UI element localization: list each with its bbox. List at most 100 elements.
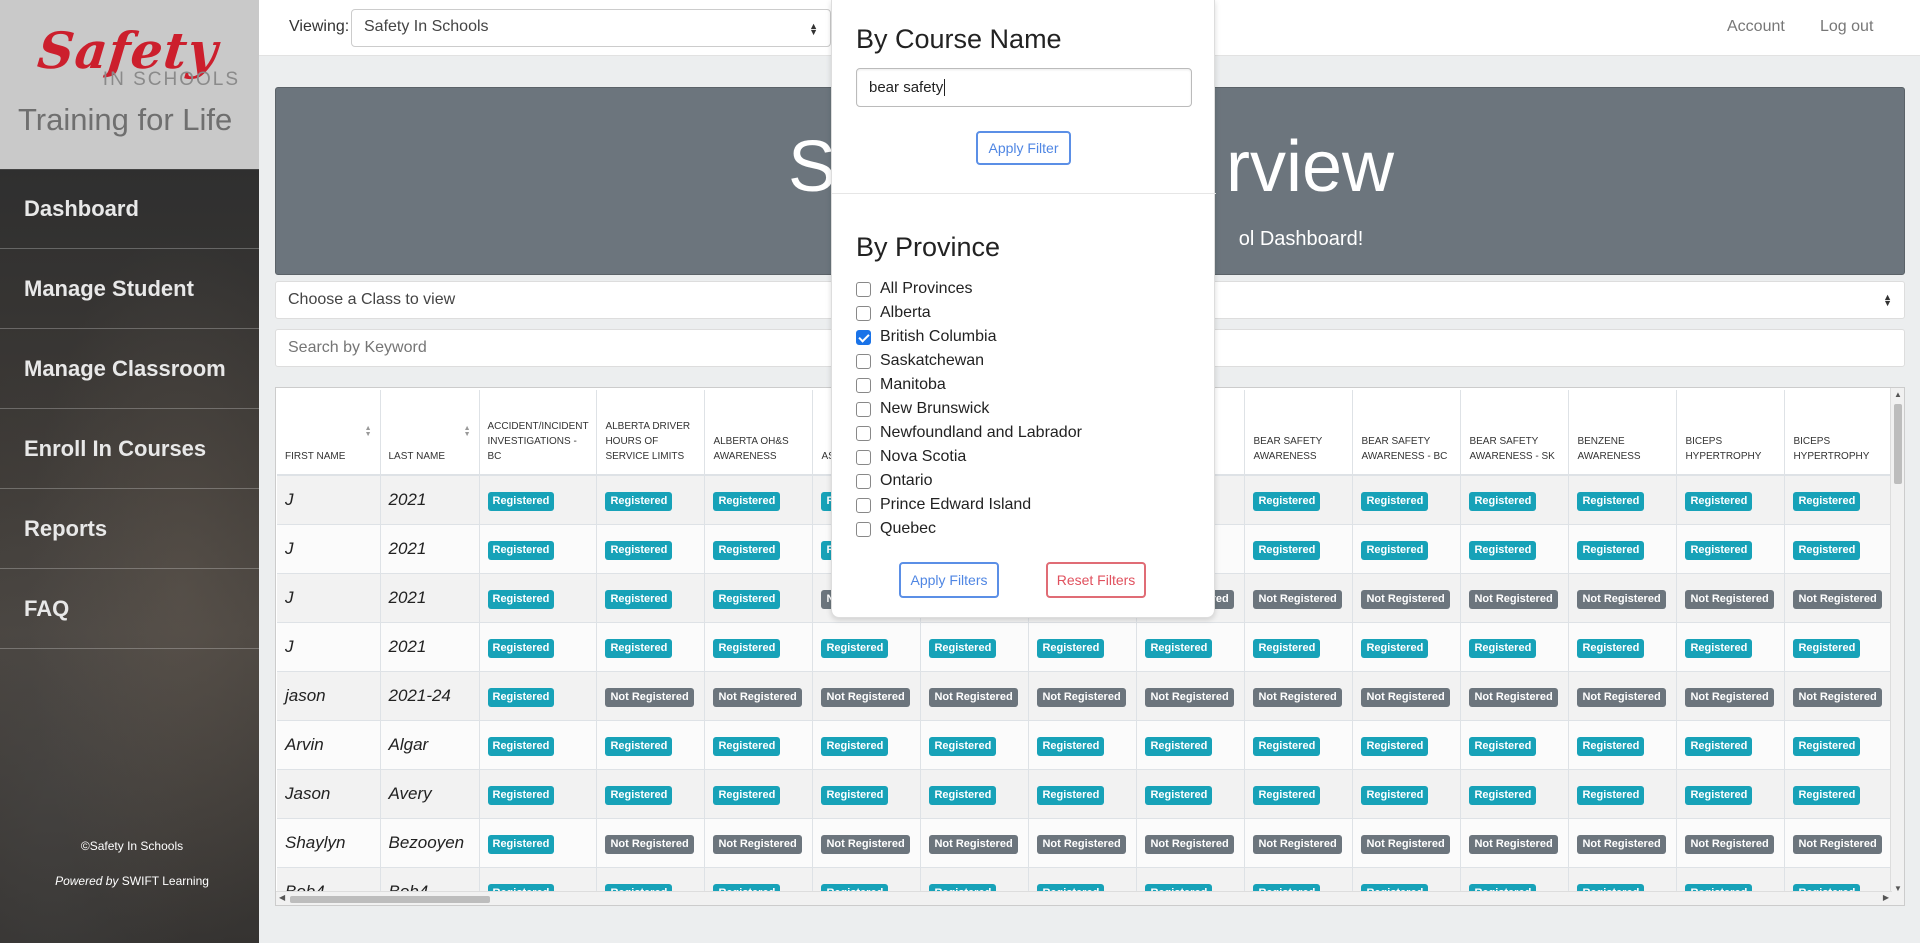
status-cell: Registered (1676, 720, 1786, 770)
sidebar-item-manage-classroom[interactable]: Manage Classroom (0, 329, 259, 409)
province-checkbox[interactable] (856, 281, 871, 297)
status-badge: Registered (1037, 638, 1105, 658)
status-cell: Registered (1136, 720, 1246, 770)
province-checkbox[interactable] (856, 353, 871, 369)
sidebar-item-manage-student[interactable]: Manage Student (0, 249, 259, 329)
course-name-value: bear safety (869, 79, 944, 96)
status-badge: Registered (1469, 736, 1537, 756)
horizontal-scroll-thumb[interactable] (290, 896, 490, 903)
first-name-cell: Shaylyn (277, 818, 381, 868)
status-cell: Not Registered (920, 818, 1030, 868)
status-badge: Registered (713, 638, 781, 658)
course-name-input[interactable]: bear safety (856, 68, 1192, 107)
province-option[interactable]: Ontario (856, 469, 1082, 493)
status-cell: Registered (1244, 475, 1354, 525)
logo[interactable]: Safety IN SCHOOLS Training for Life (0, 0, 259, 169)
logout-link[interactable]: Log out (1820, 18, 1873, 36)
status-cell: Registered (1460, 720, 1570, 770)
status-cell: Not Registered (1784, 818, 1894, 868)
sidebar-item-faq[interactable]: FAQ (0, 569, 259, 649)
viewing-select[interactable]: Safety In Schools ▲ ▼ (351, 9, 831, 47)
sort-icon[interactable]: ▲ ▼ (464, 425, 471, 438)
status-cell: Registered (704, 769, 814, 819)
apply-filter-button[interactable]: Apply Filter (976, 131, 1071, 165)
status-cell: Registered (596, 475, 706, 525)
status-cell: Registered (596, 769, 706, 819)
province-checkbox[interactable] (856, 401, 871, 417)
status-cell: Registered (1784, 622, 1894, 672)
province-filter-heading: By Province (856, 232, 1001, 262)
viewing-select-value: Safety In Schools (364, 18, 489, 35)
province-option[interactable]: Saskatchewan (856, 349, 1082, 373)
status-badge: Registered (1793, 785, 1861, 805)
status-badge: Registered (487, 687, 555, 707)
province-option[interactable]: Manitoba (856, 373, 1082, 397)
vertical-scroll-thumb[interactable] (1894, 404, 1902, 484)
province-option[interactable]: British Columbia (856, 325, 1082, 349)
province-option[interactable]: Newfoundland and Labrador (856, 421, 1082, 445)
powered-prefix: Powered by (55, 874, 119, 888)
column-header-label: FIRST NAME (285, 451, 346, 462)
scroll-left-icon[interactable]: ◀ (279, 893, 285, 902)
province-option[interactable]: Alberta (856, 301, 1082, 325)
sidebar-item-dashboard[interactable]: Dashboard (0, 169, 259, 249)
sidebar-item-reports[interactable]: Reports (0, 489, 259, 569)
province-label: Prince Edward Island (880, 496, 1032, 513)
status-badge: Not Registered (1577, 834, 1666, 854)
vertical-scrollbar[interactable]: ▲ ▼ (1890, 388, 1904, 905)
status-badge: Not Registered (1253, 589, 1342, 609)
province-checkbox[interactable] (856, 425, 871, 441)
column-header[interactable]: LAST NAME ▲ ▼ (380, 390, 480, 476)
province-checkbox[interactable] (856, 305, 871, 321)
apply-filters-button[interactable]: Apply Filters (899, 562, 999, 598)
province-option[interactable]: Nova Scotia (856, 445, 1082, 469)
status-cell: Registered (1568, 524, 1678, 574)
sort-icon[interactable]: ▲ ▼ (365, 425, 372, 438)
status-badge: Registered (1793, 540, 1861, 560)
hero-subtitle-text: ol Dashboard! (1238, 228, 1364, 250)
status-cell: Not Registered (1136, 818, 1246, 868)
status-cell: Registered (1460, 524, 1570, 574)
status-cell: Registered (479, 622, 598, 672)
status-cell: Not Registered (1568, 573, 1678, 623)
status-cell: Not Registered (920, 671, 1030, 721)
column-header[interactable]: FIRST NAME ▲ ▼ (277, 390, 381, 476)
scroll-right-icon[interactable]: ▶ (1883, 893, 1889, 902)
province-label: Nova Scotia (880, 448, 967, 465)
status-cell: Registered (812, 769, 922, 819)
status-badge: Registered (605, 638, 673, 658)
sidebar-item-enroll-in-courses[interactable]: Enroll In Courses (0, 409, 259, 489)
scroll-up-icon[interactable]: ▲ (1894, 390, 1902, 399)
status-badge: Not Registered (1253, 834, 1342, 854)
province-label: Saskatchewan (880, 352, 985, 369)
status-badge: Not Registered (1685, 834, 1774, 854)
province-option[interactable]: New Brunswick (856, 397, 1082, 421)
province-option[interactable]: All Provinces (856, 277, 1082, 301)
province-checkbox[interactable] (856, 473, 871, 489)
course-filter-heading: By Course Name (856, 24, 1062, 54)
horizontal-scrollbar[interactable]: ◀ ▶ (276, 891, 1892, 905)
status-cell: Not Registered (1460, 573, 1570, 623)
province-checkbox[interactable] (856, 377, 871, 393)
status-cell: Registered (1568, 622, 1678, 672)
footer-copyright: ©Safety In Schools (80, 839, 184, 853)
status-badge: Registered (929, 736, 997, 756)
logo-tagline: Training for Life (18, 102, 233, 137)
province-option[interactable]: Prince Edward Island (856, 493, 1082, 517)
status-badge: Registered (1685, 638, 1753, 658)
status-badge: Registered (1253, 736, 1321, 756)
status-cell: Registered (704, 475, 814, 525)
status-badge: Registered (713, 540, 781, 560)
province-option[interactable]: Quebec (856, 517, 1082, 541)
province-checkbox[interactable] (856, 497, 871, 513)
powered-link[interactable]: SWIFT Learning (122, 874, 209, 888)
hero-title-left: S (787, 127, 836, 207)
province-checkbox[interactable] (856, 329, 871, 345)
account-link[interactable]: Account (1727, 18, 1785, 36)
province-checkbox[interactable] (856, 521, 871, 537)
status-cell: Not Registered (1028, 671, 1138, 721)
province-checkbox[interactable] (856, 449, 871, 465)
sidebar-item-label: Enroll In Courses (24, 435, 207, 461)
reset-filters-button[interactable]: Reset Filters (1046, 562, 1146, 598)
scroll-down-icon[interactable]: ▼ (1894, 884, 1902, 893)
